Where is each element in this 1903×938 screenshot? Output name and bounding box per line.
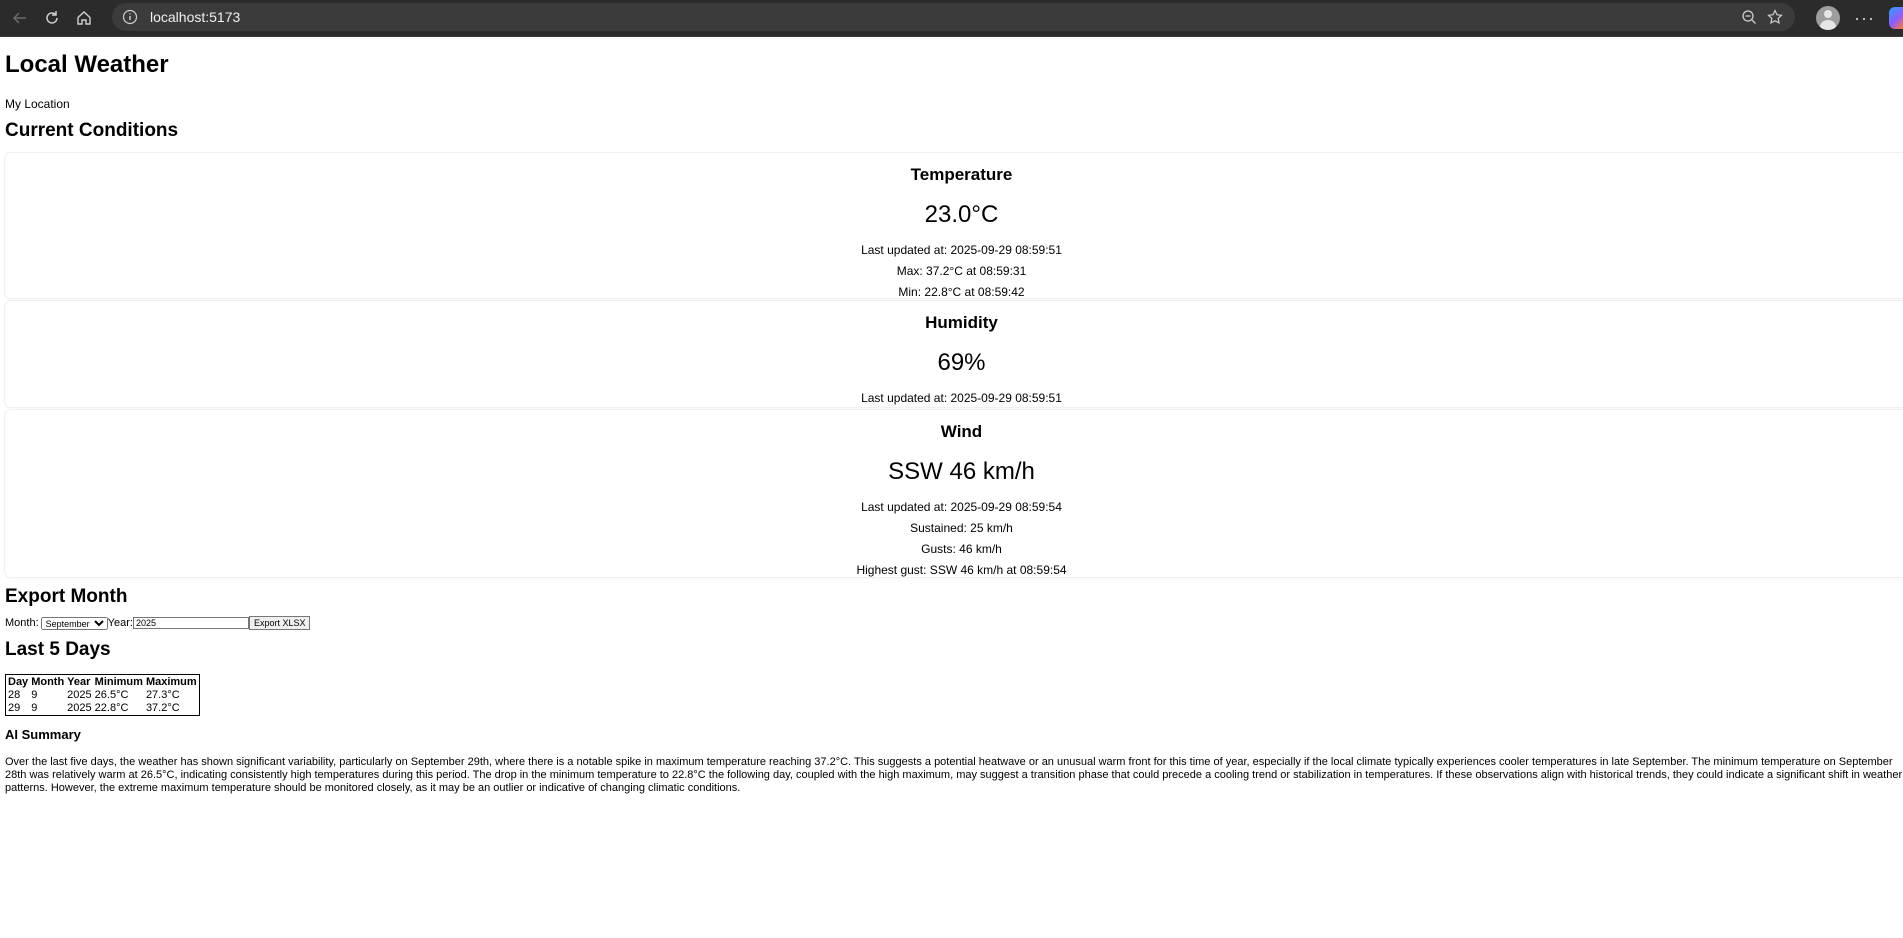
cell-month: 9 bbox=[31, 702, 38, 715]
col-maximum: Maximum bbox=[145, 676, 197, 689]
temperature-value: 23.0°C bbox=[924, 200, 999, 228]
export-xlsx-button[interactable]: Export XLSX bbox=[248, 616, 311, 631]
wind-updated: Last updated at: 2025-09-29 08:59:54 bbox=[861, 499, 1062, 514]
temperature-updated: Last updated at: 2025-09-29 08:59:51 bbox=[861, 242, 1062, 257]
export-month-heading: Export Month bbox=[5, 585, 128, 607]
col-minimum: Minimum bbox=[94, 676, 143, 689]
last-5-days-table: Day Month Year Minimum Maximum 28 9 2025… bbox=[5, 674, 200, 717]
reload-icon[interactable] bbox=[36, 2, 68, 34]
table-header-row: Day Month Year Minimum Maximum bbox=[7, 676, 198, 688]
year-input[interactable] bbox=[132, 617, 249, 630]
page-content: Local Weather My Location Current Condit… bbox=[0, 51, 1903, 795]
back-icon[interactable] bbox=[4, 2, 36, 34]
wind-sustained: Sustained: 25 km/h bbox=[910, 520, 1013, 535]
last-5-days-heading: Last 5 Days bbox=[5, 639, 111, 661]
info-icon[interactable] bbox=[122, 9, 138, 25]
temperature-max: Max: 37.2°C at 08:59:31 bbox=[896, 263, 1027, 278]
cell-minimum: 26.5°C bbox=[94, 689, 129, 702]
temperature-card: Temperature 23.0°C Last updated at: 2025… bbox=[5, 152, 1903, 299]
cell-year: 2025 bbox=[67, 702, 92, 715]
col-month: Month bbox=[31, 676, 65, 689]
ai-summary-text: Over the last five days, the weather has… bbox=[5, 756, 1903, 795]
copilot-icon[interactable] bbox=[1889, 7, 1903, 29]
zoom-out-icon[interactable] bbox=[1741, 9, 1757, 25]
temperature-min: Min: 22.8°C at 08:59:42 bbox=[898, 284, 1025, 299]
col-year: Year bbox=[67, 676, 91, 689]
page-title: Local Weather bbox=[5, 51, 169, 78]
url-text[interactable]: localhost:5173 bbox=[150, 9, 240, 25]
table-row: 28 9 2025 26.5°C 27.3°C bbox=[7, 689, 198, 701]
cell-month: 9 bbox=[31, 689, 38, 702]
humidity-card: Humidity 69% Last updated at: 2025-09-29… bbox=[5, 300, 1903, 407]
cell-minimum: 22.8°C bbox=[94, 702, 129, 715]
export-form: Month: September Year: Export XLSX bbox=[5, 616, 1898, 631]
wind-value: SSW 46 km/h bbox=[888, 457, 1035, 485]
humidity-heading: Humidity bbox=[925, 312, 998, 332]
home-icon[interactable] bbox=[68, 2, 100, 34]
browser-tools: ··· bbox=[1816, 0, 1903, 36]
month-label: Month: bbox=[5, 617, 39, 630]
cell-day: 29 bbox=[8, 702, 21, 715]
cell-year: 2025 bbox=[67, 689, 92, 702]
nav-buttons bbox=[4, 2, 100, 34]
address-bar[interactable]: localhost:5173 bbox=[112, 3, 1795, 31]
wind-card: Wind SSW 46 km/h Last updated at: 2025-0… bbox=[5, 409, 1903, 577]
current-conditions-heading: Current Conditions bbox=[5, 119, 179, 141]
browser-toolbar: localhost:5173 ··· bbox=[0, 0, 1903, 37]
cell-maximum: 27.3°C bbox=[145, 689, 180, 702]
more-icon[interactable]: ··· bbox=[1854, 8, 1875, 29]
location-label: My Location bbox=[5, 96, 70, 111]
humidity-value: 69% bbox=[937, 348, 986, 376]
cell-maximum: 37.2°C bbox=[145, 702, 180, 715]
wind-highest-gust: Highest gust: SSW 46 km/h at 08:59:54 bbox=[856, 562, 1067, 577]
wind-heading: Wind bbox=[940, 421, 983, 441]
humidity-updated: Last updated at: 2025-09-29 08:59:51 bbox=[861, 390, 1062, 405]
wind-gusts: Gusts: 46 km/h bbox=[921, 541, 1002, 556]
ai-summary-heading: AI Summary bbox=[5, 727, 81, 743]
cell-day: 28 bbox=[8, 689, 21, 702]
col-day: Day bbox=[8, 676, 29, 689]
year-label: Year: bbox=[107, 617, 133, 630]
temperature-heading: Temperature bbox=[910, 164, 1013, 184]
conditions-cards: Temperature 23.0°C Last updated at: 2025… bbox=[5, 152, 1903, 577]
star-icon[interactable] bbox=[1767, 9, 1783, 25]
profile-icon[interactable] bbox=[1816, 6, 1841, 30]
month-select[interactable]: September bbox=[40, 616, 108, 630]
table-row: 29 9 2025 22.8°C 37.2°C bbox=[7, 702, 198, 714]
